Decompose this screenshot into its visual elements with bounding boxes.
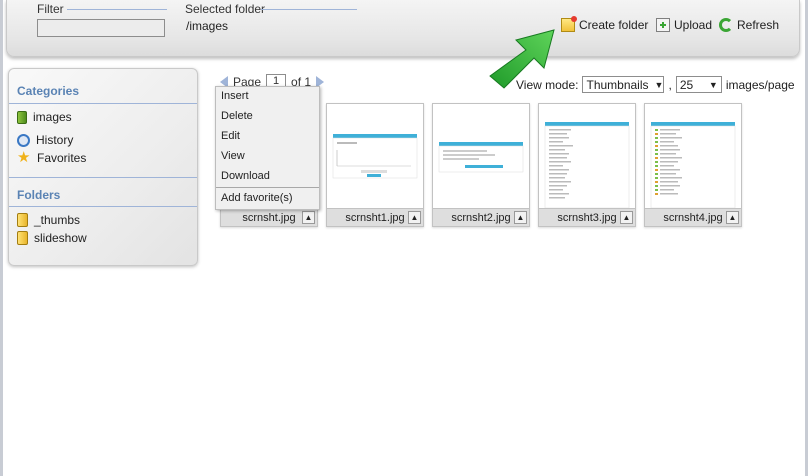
thumbnail-item[interactable]: scrnsht2.jpg ▲ [432, 103, 530, 227]
thumbnail-menu-button[interactable]: ▲ [408, 211, 421, 224]
upload-button[interactable]: Upload [656, 18, 712, 32]
menu-divider [216, 187, 319, 188]
sidebar-item-label: _thumbs [34, 213, 81, 227]
view-mode-comma: , [668, 77, 672, 92]
categories-divider [9, 103, 197, 104]
create-folder-button[interactable]: Create folder [561, 16, 649, 32]
sidebar-item-favorites[interactable]: ★ Favorites [17, 149, 87, 166]
menu-item-edit[interactable]: Edit [221, 130, 240, 142]
refresh-icon [719, 18, 733, 32]
upload-icon [656, 18, 670, 32]
thumbnail-item[interactable]: scrnsht4.jpg ▲ [644, 103, 742, 227]
star-icon: ★ [17, 149, 31, 166]
sidebar-item-history[interactable]: History [17, 133, 73, 147]
thumbnail-menu-button[interactable]: ▲ [302, 211, 315, 224]
folders-divider-top [9, 177, 197, 178]
thumbnail-menu-button[interactable]: ▲ [726, 211, 739, 224]
create-folder-label: Create folder [579, 18, 649, 32]
chevron-down-icon: ▼ [654, 79, 664, 90]
thumbnail-item[interactable]: scrnsht3.jpg ▲ [538, 103, 636, 227]
refresh-button[interactable]: Refresh [719, 18, 779, 32]
selected-folder-path: /images [186, 19, 229, 33]
sidebar-item-label: images [33, 110, 72, 124]
thumbnail-image [331, 120, 419, 208]
view-mode-bar: View mode: Thumbnails ▼ , 25 ▼ images/pa… [516, 76, 795, 93]
folders-title: Folders [17, 188, 61, 202]
categories-title: Categories [17, 84, 80, 98]
sidebar-item-slideshow[interactable]: slideshow [17, 231, 87, 245]
selected-folder-label: Selected folder [185, 2, 266, 16]
menu-item-download[interactable]: Download [221, 170, 270, 182]
filter-label: Filter [37, 2, 64, 16]
per-page-select[interactable]: 25 ▼ [675, 76, 722, 93]
sidebar-item-label: Favorites [37, 151, 87, 165]
view-mode-label: View mode: [516, 77, 579, 92]
window-frame-left [0, 0, 3, 476]
filter-divider [67, 9, 167, 10]
thumbnail-menu-button[interactable]: ▲ [514, 211, 527, 224]
chevron-down-icon: ▼ [708, 79, 718, 90]
menu-item-view[interactable]: View [221, 150, 245, 162]
menu-item-add-favorite[interactable]: Add favorite(s) [221, 192, 293, 204]
sidebar-item-images[interactable]: images [17, 110, 72, 124]
per-page-value: 25 [679, 77, 694, 92]
refresh-label: Refresh [737, 18, 780, 32]
folder-icon [17, 213, 28, 227]
view-mode-value: Thumbnails [586, 77, 649, 92]
view-mode-select[interactable]: Thumbnails ▼ [582, 76, 665, 93]
history-icon [17, 133, 30, 147]
filter-input[interactable] [37, 19, 165, 37]
menu-item-insert[interactable]: Insert [221, 90, 249, 102]
sidebar-item-label: slideshow [34, 231, 87, 245]
sidebar-item-thumbs[interactable]: _thumbs [17, 213, 80, 227]
category-icon [17, 110, 27, 124]
thumbnail-image [543, 120, 631, 208]
toolbar-panel: Filter Selected folder /images Create fo… [6, 0, 800, 57]
folders-divider [9, 206, 197, 207]
thumbnail-menu-button[interactable]: ▲ [620, 211, 633, 224]
upload-label: Upload [674, 18, 713, 32]
folder-icon [17, 231, 28, 245]
categories-panel: Categories images History ★ Favorites Fo… [8, 68, 198, 266]
thumbnail-image [649, 120, 737, 208]
new-folder-icon [561, 16, 577, 32]
thumbnail-item[interactable]: scrnsht1.jpg ▲ [326, 103, 424, 227]
menu-item-delete[interactable]: Delete [221, 110, 253, 122]
thumbnail-context-menu: Insert Delete Edit View Download Add fav… [215, 86, 320, 210]
selected-folder-divider [261, 9, 357, 10]
per-page-label: images/page [725, 77, 795, 92]
thumbnail-image [437, 120, 525, 208]
sidebar-item-label: History [36, 133, 74, 147]
